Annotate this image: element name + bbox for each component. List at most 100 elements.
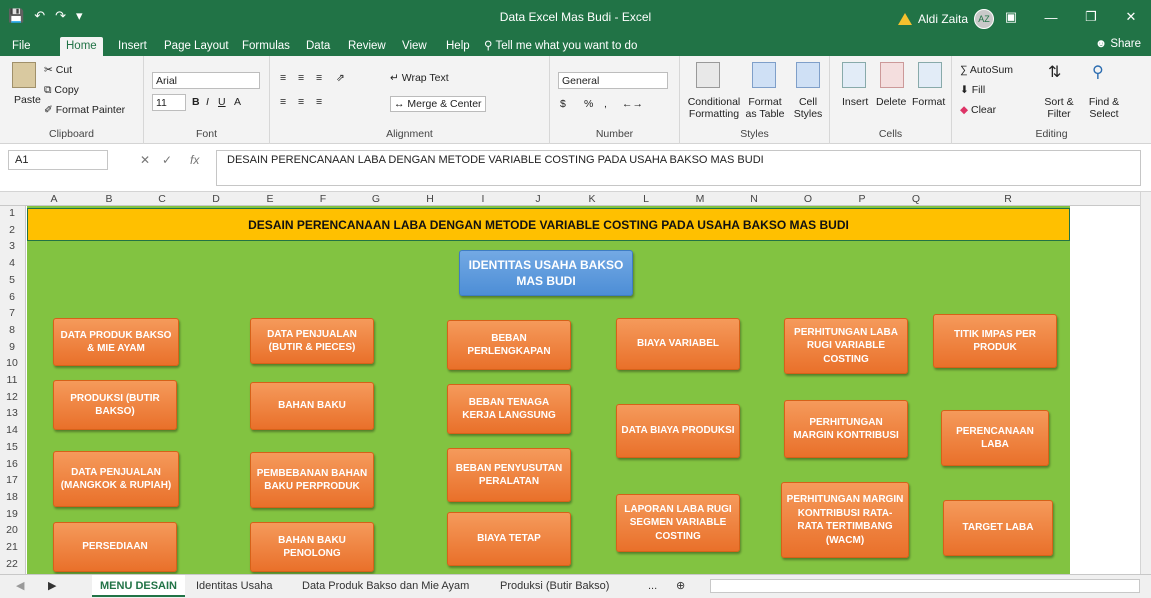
align-right-icon[interactable]: ≡ [316,96,322,108]
column-header-o[interactable]: O [802,193,814,205]
column-header-p[interactable]: P [856,193,868,205]
function-icon[interactable]: fx [190,153,199,167]
decimal-icon[interactable]: ←→ [622,98,643,110]
cut-button[interactable]: ✂ Cut [44,64,72,76]
column-header-k[interactable]: K [586,193,598,205]
align-top-icon[interactable]: ≡ [280,72,286,84]
row-header-1[interactable]: 1 [0,207,24,219]
row-header-3[interactable]: 3 [0,240,24,252]
tab-formulas[interactable]: Formulas [236,37,296,56]
font-name-dropdown[interactable]: Arial [152,72,260,89]
row-header-18[interactable]: 18 [0,491,24,503]
copy-button[interactable]: ⧉ Copy [44,84,79,97]
ribbon-display-icon[interactable]: ▣ [991,0,1031,34]
identitas-usaha-button[interactable]: IDENTITAS USAHA BAKSO MAS BUDI [459,250,633,296]
column-header-e[interactable]: E [264,193,276,205]
more-sheets-button[interactable]: ... [640,575,665,597]
align-left-icon[interactable]: ≡ [280,96,286,108]
find-select-button[interactable]: Find & Select [1082,96,1126,120]
format-as-table-button[interactable]: Format as Table [744,96,786,120]
biaya-tetap-button[interactable]: BIAYA TETAP [447,512,571,566]
tab-home[interactable]: Home [60,37,103,56]
conditional-formatting-button[interactable]: Conditional Formatting [686,96,742,120]
wrap-text-button[interactable]: ↵ Wrap Text [390,72,449,84]
font-size-dropdown[interactable]: 11 [152,94,186,111]
row-header-22[interactable]: 22 [0,558,24,570]
add-sheet-icon[interactable]: ⊕ [668,575,693,597]
sheet-tab-menu-desain[interactable]: MENU DESAIN [92,575,186,597]
format-cells-button[interactable]: Format [912,96,945,108]
percent-icon[interactable]: % [584,98,593,110]
target-laba-button[interactable]: TARGET LABA [943,500,1053,556]
column-header-h[interactable]: H [424,193,436,205]
row-header-21[interactable]: 21 [0,541,24,553]
currency-icon[interactable]: $ [560,98,566,110]
column-header-f[interactable]: F [317,193,329,205]
close-icon[interactable]: ✕ [1111,0,1151,34]
align-middle-icon[interactable]: ≡ [298,72,304,84]
next-sheet-icon[interactable]: ▶ [40,575,64,597]
tab-page-layout[interactable]: Page Layout [158,37,235,56]
format-painter-button[interactable]: ✐ Format Painter [44,104,125,116]
warning-icon[interactable] [898,13,912,25]
row-header-14[interactable]: 14 [0,424,24,436]
beban-perlengkapan-button[interactable]: BEBAN PERLENGKAPAN [447,320,571,370]
sort-filter-button[interactable]: Sort & Filter [1038,96,1080,120]
cell-styles-button[interactable]: Cell Styles [790,96,826,120]
column-header-c[interactable]: C [156,193,168,205]
font-color-icon[interactable]: A [234,96,241,108]
paste-button[interactable]: Paste [14,94,41,106]
pembebanan-bahan-baku-button[interactable]: PEMBEBANAN BAHAN BAKU PERPRODUK [250,452,374,508]
produksi-button[interactable]: PRODUKSI (BUTIR BAKSO) [53,380,177,430]
tab-file[interactable]: File [6,37,37,56]
perhitungan-laba-rugi-button[interactable]: PERHITUNGAN LABA RUGI VARIABLE COSTING [784,318,908,374]
persediaan-button[interactable]: PERSEDIAAN [53,522,177,572]
autosum-button[interactable]: ∑ AutoSum [960,64,1013,76]
delete-cells-button[interactable]: Delete [876,96,906,108]
name-box[interactable]: A1 [8,150,108,170]
column-header-r[interactable]: R [1002,193,1014,205]
column-header-b[interactable]: B [103,193,115,205]
user-name[interactable]: Aldi Zaita [918,12,968,26]
laporan-laba-rugi-segmen-button[interactable]: LAPORAN LABA RUGI SEGMEN VARIABLE COSTIN… [616,494,740,552]
row-header-8[interactable]: 8 [0,324,24,336]
data-produk-button[interactable]: DATA PRODUK BAKSO & MIE AYAM [53,318,179,366]
tab-data[interactable]: Data [300,37,336,56]
row-header-20[interactable]: 20 [0,524,24,536]
row-header-7[interactable]: 7 [0,307,24,319]
row-header-13[interactable]: 13 [0,407,24,419]
sheet-tab-identitas[interactable]: Identitas Usaha [188,575,280,597]
column-header-i[interactable]: I [477,193,489,205]
sheet-tab-data-produk[interactable]: Data Produk Bakso dan Mie Ayam [294,575,477,597]
titik-impas-button[interactable]: TITIK IMPAS PER PRODUK [933,314,1057,368]
row-header-19[interactable]: 19 [0,508,24,520]
beban-penyusutan-button[interactable]: BEBAN PENYUSUTAN PERALATAN [447,448,571,502]
row-header-4[interactable]: 4 [0,257,24,269]
insert-cells-button[interactable]: Insert [842,96,868,108]
enter-icon[interactable]: ✓ [162,153,172,167]
sheet-tab-produksi[interactable]: Produksi (Butir Bakso) [492,575,617,597]
column-header-l[interactable]: L [640,193,652,205]
row-header-2[interactable]: 2 [0,224,24,236]
share-button[interactable]: ☻ Share [1095,38,1141,50]
bahan-baku-penolong-button[interactable]: BAHAN BAKU PENOLONG [250,522,374,572]
row-header-17[interactable]: 17 [0,474,24,486]
align-center-icon[interactable]: ≡ [298,96,304,108]
tab-insert[interactable]: Insert [112,37,153,56]
horizontal-scrollbar[interactable] [710,579,1140,593]
column-header-m[interactable]: M [694,193,706,205]
row-header-16[interactable]: 16 [0,458,24,470]
comma-icon[interactable]: , [604,98,607,110]
data-biaya-produksi-button[interactable]: DATA BIAYA PRODUKSI [616,404,740,458]
fill-button[interactable]: ⬇ Fill [960,84,985,96]
row-header-12[interactable]: 12 [0,391,24,403]
italic-button[interactable]: I [206,96,209,108]
restore-icon[interactable]: ❐ [1071,0,1111,34]
tab-help[interactable]: Help [440,37,476,56]
row-header-11[interactable]: 11 [0,374,24,386]
merge-center-button[interactable]: ↔ Merge & Center [390,96,486,112]
row-header-9[interactable]: 9 [0,341,24,353]
data-penjualan-butir-button[interactable]: DATA PENJUALAN (BUTIR & PIECES) [250,318,374,364]
perhitungan-wacm-button[interactable]: PERHITUNGAN MARGIN KONTRIBUSI RATA-RATA … [781,482,909,558]
row-header-5[interactable]: 5 [0,274,24,286]
